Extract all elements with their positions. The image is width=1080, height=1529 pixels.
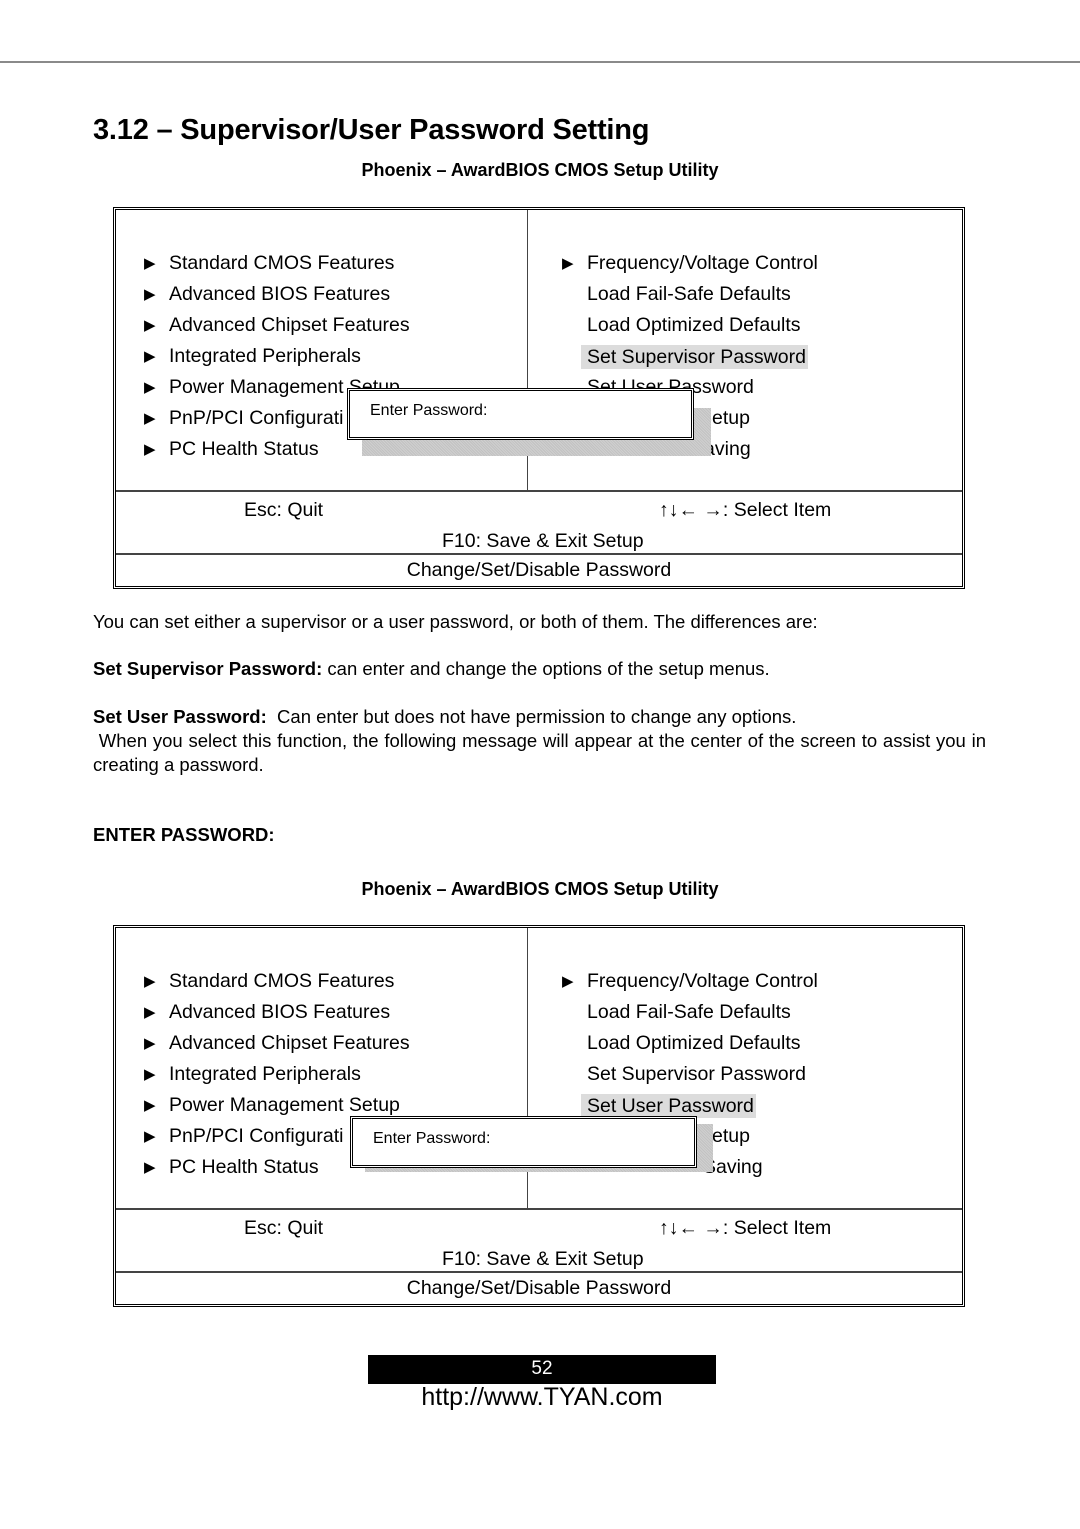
key-f10-save: F10: Save & Exit Setup (442, 1248, 644, 1270)
menu-item-load-failsafe[interactable]: Load Fail-Safe Defaults (562, 997, 818, 1028)
key-select-item: ↑↓← →: Select Item (659, 1217, 832, 1239)
submenu-arrow-icon: ▶ (562, 255, 574, 272)
section-title: 3.12 – Supervisor/User Password Setting (93, 114, 650, 146)
menu-item-integrated-peripherals[interactable]: ▶ Integrated Peripherals (144, 341, 410, 372)
submenu-arrow-icon: ▶ (144, 317, 156, 334)
password-dialog[interactable]: Enter Password: (350, 1116, 697, 1168)
select-function-paragraph: When you select this function, the follo… (93, 730, 992, 775)
supervisor-definition: Set Supervisor Password: can enter and c… (93, 658, 770, 679)
submenu-arrow-icon: ▶ (144, 1066, 156, 1083)
password-dialog-label: Enter Password: (373, 1130, 491, 1147)
user-definition: Set User Password: Can enter but does no… (93, 706, 797, 727)
submenu-arrow-icon: ▶ (144, 379, 156, 396)
key-esc-quit: Esc: Quit (244, 1217, 324, 1239)
selected-highlight: Set User Password (581, 1093, 756, 1118)
menu-item-frequency-voltage[interactable]: ▶ Frequency/Voltage Control (562, 966, 818, 997)
menu-item-advanced-chipset[interactable]: ▶ Advanced Chipset Features (144, 310, 410, 341)
submenu-arrow-icon: ▶ (144, 286, 156, 303)
submenu-arrow-icon: ▶ (144, 1097, 156, 1114)
menu-item-integrated-peripherals[interactable]: ▶ Integrated Peripherals (144, 1059, 410, 1090)
enter-password-heading: ENTER PASSWORD: (93, 824, 275, 845)
key-help: Esc: Quit ↑↓← →: Select Item F10: Save &… (116, 492, 962, 555)
submenu-arrow-icon: ▶ (144, 1159, 156, 1176)
utility-title-2: Phoenix – AwardBIOS CMOS Setup Utility (361, 879, 719, 899)
menu-item-set-supervisor-password[interactable]: Set Supervisor Password (562, 1059, 818, 1090)
submenu-arrow-icon: ▶ (144, 348, 156, 365)
website-link[interactable]: http://www.TYAN.com (0, 1383, 1080, 1412)
submenu-arrow-icon: ▶ (144, 255, 156, 272)
bios-screen-user: ▶ Standard CMOS Features ▶ Advanced BIOS F… (113, 925, 965, 1307)
top-rule (0, 61, 1080, 63)
key-help: Esc: Quit ↑↓← →: Select Item F10: Save &… (116, 1210, 962, 1273)
password-dialog-label: Enter Password: (370, 402, 488, 419)
bios-menu-area: ▶ Standard CMOS Features ▶ Advanced BIOS F… (116, 210, 962, 492)
menu-item-advanced-bios[interactable]: ▶ Advanced BIOS Features (144, 997, 410, 1028)
menu-item-standard-cmos[interactable]: ▶ Standard CMOS Features (144, 966, 410, 997)
menu-item-load-failsafe[interactable]: Load Fail-Safe Defaults (562, 279, 818, 310)
menu-item-frequency-voltage[interactable]: ▶ Frequency/Voltage Control (562, 248, 818, 279)
submenu-arrow-icon: ▶ (144, 1035, 156, 1052)
submenu-arrow-icon: ▶ (144, 1128, 156, 1145)
selected-highlight: Set Supervisor Password (581, 344, 808, 369)
status-line: Change/Set/Disable Password (406, 1277, 672, 1299)
submenu-arrow-icon: ▶ (144, 410, 156, 427)
password-dialog[interactable]: Enter Password: (347, 388, 694, 440)
menu-item-load-optimized[interactable]: Load Optimized Defaults (562, 310, 818, 341)
menu-item-standard-cmos[interactable]: ▶ Standard CMOS Features (144, 248, 410, 279)
menu-item-set-supervisor-password[interactable]: Set Supervisor Password (562, 341, 818, 372)
bios-screen-supervisor: ▶ Standard CMOS Features ▶ Advanced BIOS F… (113, 207, 965, 589)
menu-item-load-optimized[interactable]: Load Optimized Defaults (562, 1028, 818, 1059)
menu-item-advanced-chipset[interactable]: ▶ Advanced Chipset Features (144, 1028, 410, 1059)
page-number: 52 (368, 1355, 716, 1384)
menu-item-advanced-bios[interactable]: ▶ Advanced BIOS Features (144, 279, 410, 310)
submenu-arrow-icon: ▶ (144, 1004, 156, 1021)
status-line: Change/Set/Disable Password (406, 559, 672, 581)
key-f10-save: F10: Save & Exit Setup (442, 530, 644, 552)
submenu-arrow-icon: ▶ (562, 973, 574, 990)
bios-menu-area: ▶ Standard CMOS Features ▶ Advanced BIOS F… (116, 928, 962, 1210)
utility-title-1: Phoenix – AwardBIOS CMOS Setup Utility (361, 160, 719, 180)
key-esc-quit: Esc: Quit (244, 499, 324, 521)
submenu-arrow-icon: ▶ (144, 441, 156, 458)
submenu-arrow-icon: ▶ (144, 973, 156, 990)
intro-text: You can set either a supervisor or a use… (93, 611, 818, 632)
key-select-item: ↑↓← →: Select Item (659, 499, 832, 521)
